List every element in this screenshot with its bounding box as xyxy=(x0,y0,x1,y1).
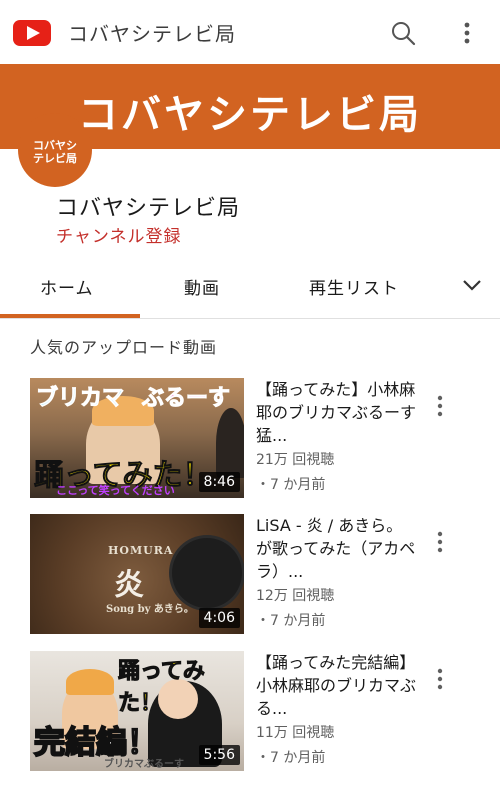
thumbnail-caption: Song by あきら。 xyxy=(106,604,194,615)
thumbnail-caption: ブリカマ xyxy=(35,386,125,412)
channel-avatar[interactable]: コバヤシ テレビ局 xyxy=(18,113,92,187)
video-list-item[interactable]: ブリカマ ぶるーす 踊ってみた！ ここって笑ってください 8:46 【踊ってみた… xyxy=(0,378,500,502)
video-duration: 5:56 xyxy=(198,745,240,765)
video-title[interactable]: 【踊ってみた完結編】小林麻耶のブリカマぶる... xyxy=(256,651,416,720)
avatar-line-1: コバヤシ xyxy=(33,139,77,152)
video-thumbnail[interactable]: ブリカマ ぶるーす 踊ってみた！ ここって笑ってください 8:46 xyxy=(30,378,244,498)
chevron-down-icon[interactable] xyxy=(460,275,484,295)
tab-playlists[interactable]: 再生リスト xyxy=(309,274,399,299)
video-views: 11万 回視聴 xyxy=(256,725,335,741)
youtube-logo-icon[interactable] xyxy=(13,20,51,46)
subscribe-button[interactable]: チャンネル登録 xyxy=(56,222,182,247)
video-date: ・7 か月前 xyxy=(256,750,326,766)
section-title: 人気のアップロード動画 xyxy=(30,338,218,357)
thumbnail-caption: 炎 xyxy=(114,568,144,603)
thumbnail-caption: ぶるーす xyxy=(141,386,231,412)
video-thumbnail[interactable]: 踊ってみた！ 完結編！ ブリカマぶるーす 5:56 xyxy=(30,651,244,771)
more-vert-icon[interactable] xyxy=(432,394,448,418)
more-vert-icon[interactable] xyxy=(432,530,448,554)
video-views: 12万 回視聴 xyxy=(256,588,335,604)
selected-tab-indicator xyxy=(0,314,140,318)
video-views: 21万 回視聴 xyxy=(256,452,335,468)
thumbnail-hair xyxy=(66,669,114,695)
thumbnail-caption: ここって笑ってください xyxy=(56,484,175,497)
more-vert-icon[interactable] xyxy=(455,20,479,46)
video-thumbnail[interactable]: HOMURA 炎 Song by あきら。 4:06 xyxy=(30,514,244,634)
channel-tabs: ホーム 動画 再生リスト xyxy=(0,258,500,319)
video-duration: 4:06 xyxy=(198,608,240,628)
thumbnail-caption: ブリカマぶるーす xyxy=(104,759,184,770)
video-date: ・7 か月前 xyxy=(256,477,326,493)
tab-home[interactable]: ホーム xyxy=(40,274,94,299)
channel-name: コバヤシテレビ局 xyxy=(56,196,241,221)
video-duration: 8:46 xyxy=(198,472,240,492)
video-list-item[interactable]: 踊ってみた！ 完結編！ ブリカマぶるーす 5:56 【踊ってみた完結編】小林麻耶… xyxy=(0,651,500,775)
app-title: コバヤシテレビ局 xyxy=(68,22,236,46)
video-title[interactable]: LiSA - 炎 / あきら。が歌ってみた（アカペラ）... xyxy=(256,514,416,583)
video-list-item[interactable]: HOMURA 炎 Song by あきら。 4:06 LiSA - 炎 / あき… xyxy=(0,514,500,638)
top-app-bar: コバヤシテレビ局 xyxy=(0,0,500,64)
video-title[interactable]: 【踊ってみた】小林麻耶のブリカマぶるーす猛... xyxy=(256,378,416,447)
avatar-line-2: テレビ局 xyxy=(33,152,77,165)
more-vert-icon[interactable] xyxy=(432,667,448,691)
tab-videos[interactable]: 動画 xyxy=(184,274,220,299)
thumbnail-caption: 踊ってみた！ xyxy=(118,659,206,717)
video-date: ・7 か月前 xyxy=(256,613,326,629)
microphone-image xyxy=(172,538,242,608)
thumbnail-figure xyxy=(216,408,244,478)
search-icon[interactable] xyxy=(390,20,416,46)
thumbnail-caption: HOMURA xyxy=(108,544,174,557)
